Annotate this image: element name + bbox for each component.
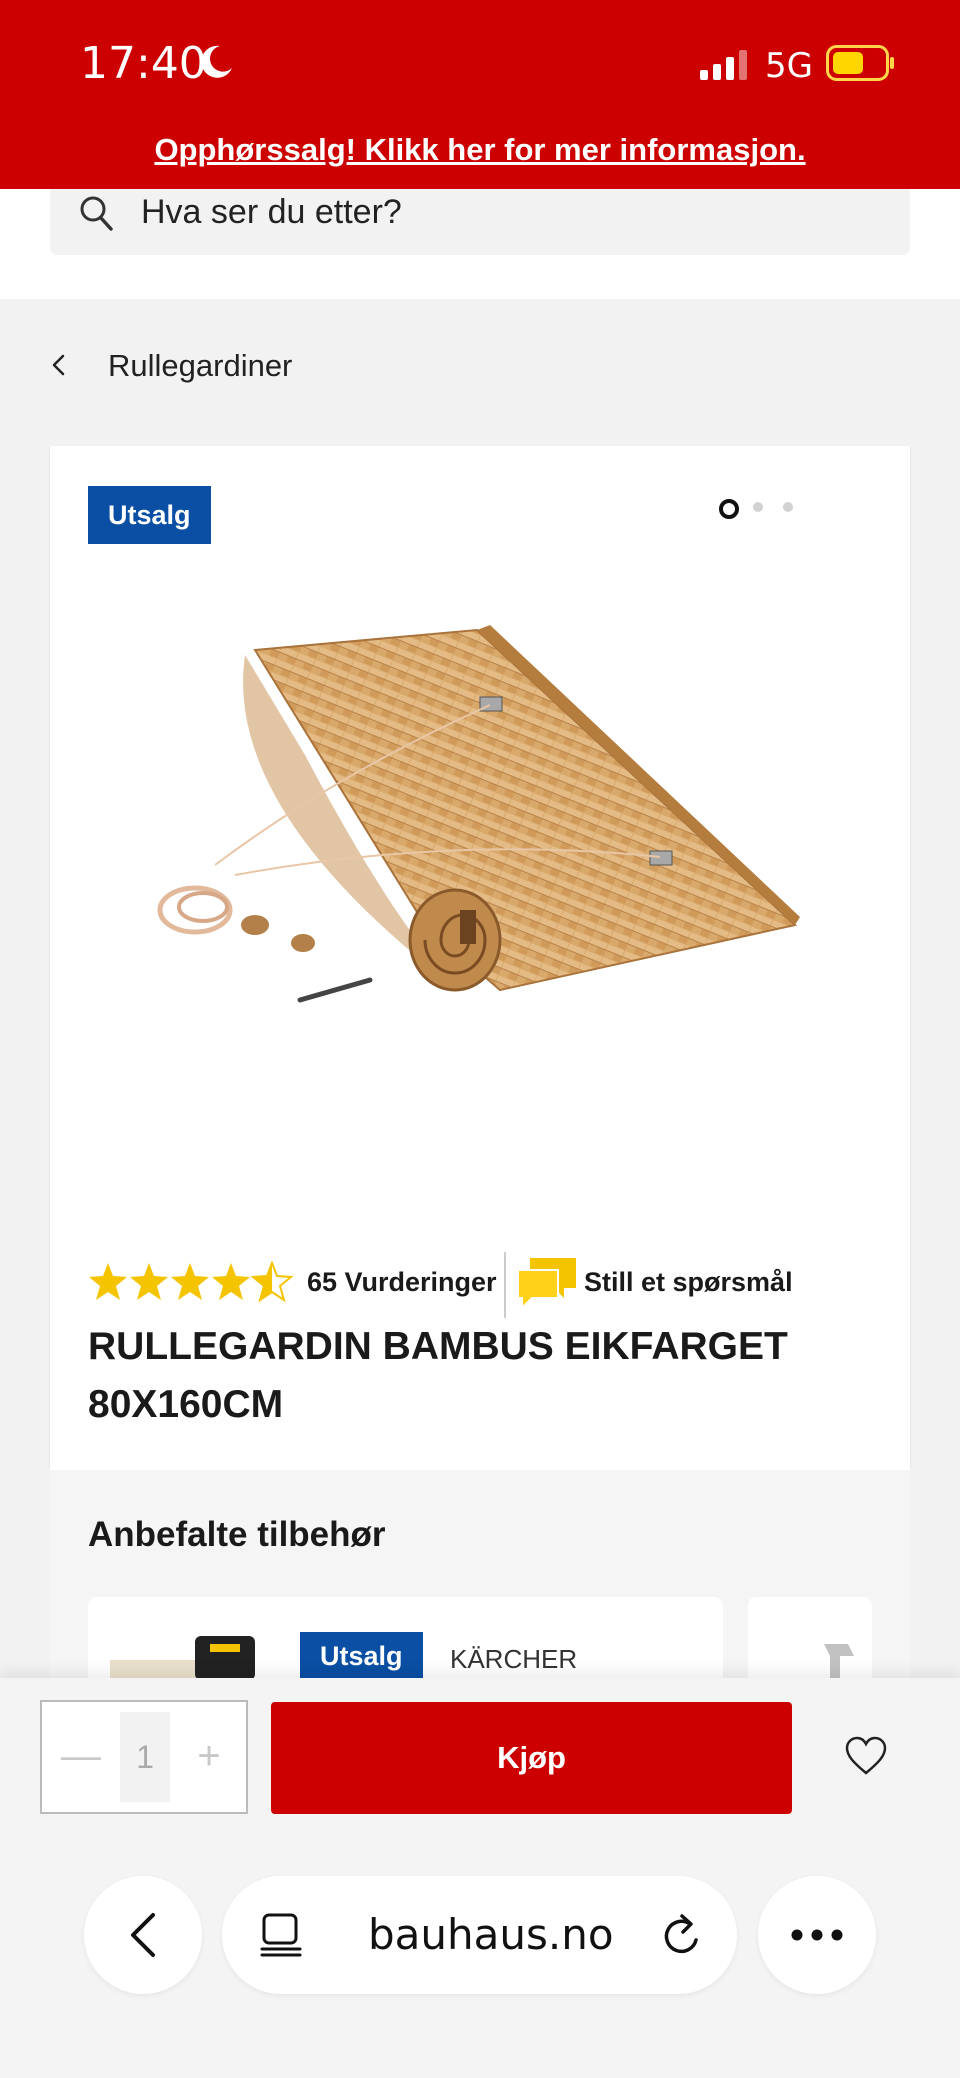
sale-banner-link[interactable]: Opphørssalg! Klikk her for mer informasj… [0, 132, 960, 168]
moon-icon [201, 45, 232, 78]
ask-question-link[interactable]: Still et spørsmål [584, 1267, 793, 1298]
carousel-dot[interactable] [783, 502, 793, 512]
carousel-dot-active[interactable] [719, 499, 739, 519]
buy-button[interactable]: Kjøp [271, 1702, 792, 1814]
rating-count-link[interactable]: 65 Vurderinger [307, 1267, 497, 1298]
star-icon [171, 1263, 209, 1300]
chevron-left-icon [131, 1913, 155, 1957]
status-time: 17:40 [80, 38, 207, 89]
rating-stars [89, 1262, 292, 1301]
heart-icon[interactable] [844, 1736, 888, 1776]
sale-badge: Utsalg [300, 1632, 423, 1680]
sale-badge: Utsalg [88, 486, 211, 544]
divider [504, 1252, 506, 1318]
star-icon [89, 1263, 127, 1300]
network-type: 5G [765, 46, 813, 86]
signal-icon [700, 50, 747, 80]
breadcrumb-link[interactable]: Rullegardiner [108, 348, 292, 384]
reload-icon[interactable] [660, 1910, 706, 1960]
product-image[interactable] [155, 625, 805, 1015]
product-title: RULLEGARDIN BAMBUS EIKFARGET 80X160CM [88, 1318, 868, 1434]
tabs-icon[interactable] [258, 1912, 304, 1958]
star-icon [130, 1263, 168, 1300]
chat-bubble-icon [517, 1258, 576, 1310]
product-title-line2: 80X160CM [88, 1383, 284, 1426]
recommended-item-brand: KÄRCHER [450, 1644, 578, 1674]
quantity-input[interactable]: 1 [120, 1712, 170, 1802]
increase-quantity-button[interactable]: + [188, 1735, 230, 1777]
carousel-dot[interactable] [753, 502, 763, 512]
half-star-icon [252, 1262, 292, 1301]
recommended-item-image [824, 1644, 854, 1680]
recommended-title: Anbefalte tilbehør [88, 1515, 386, 1554]
product-title-line1: RULLEGARDIN BAMBUS EIKFARGET [88, 1325, 788, 1368]
more-icon [791, 1929, 843, 1941]
url-text: bauhaus.no [368, 1910, 614, 1959]
decrease-quantity-button[interactable]: — [60, 1735, 102, 1777]
star-icon [212, 1263, 250, 1300]
search-icon [80, 196, 113, 231]
search-placeholder: Hva ser du etter? [141, 193, 402, 231]
chevron-left-icon[interactable] [48, 350, 70, 380]
battery-icon [826, 45, 894, 81]
recommended-item-image [110, 1636, 255, 1680]
